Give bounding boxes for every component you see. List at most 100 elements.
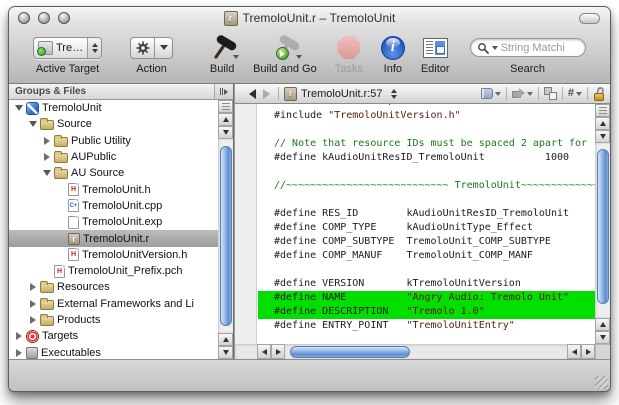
hscroll-right-arrow-right[interactable] — [581, 344, 595, 359]
sidebar-tree[interactable]: TremoloUnitSourcePublic UtilityAUPublicA… — [9, 100, 218, 359]
editor-button[interactable] — [423, 38, 448, 58]
sidebar-row-tremolounit-r[interactable]: TremoloUnit.r — [9, 230, 218, 246]
disclosure-triangle[interactable] — [13, 331, 24, 341]
file-history-stepper[interactable] — [391, 89, 397, 99]
code-segment: "TremoloUnitEntry" — [406, 320, 514, 331]
counterpart-button[interactable] — [544, 87, 557, 100]
build-and-go-dropdown-arrow[interactable] — [296, 55, 302, 59]
disclosure-triangle — [55, 250, 66, 260]
sidebar-row-tremolounit[interactable]: TremoloUnit — [9, 100, 218, 116]
editor-scroll-up-arrow-bottom[interactable] — [595, 318, 610, 331]
lock-icon[interactable] — [593, 87, 606, 101]
target-stepper[interactable] — [87, 38, 101, 58]
sidebar-row-aupublic[interactable]: AUPublic — [9, 149, 218, 165]
code-line: #define DESCRIPTION "Tremolo 1.0" — [258, 305, 595, 319]
disclosure-triangle[interactable] — [13, 103, 24, 113]
hscroll-thumb[interactable] — [290, 346, 410, 358]
sidebar-row-label: Products — [57, 314, 100, 326]
code-line: #define COMP_TYPE kAudioUnitType_Effect — [274, 221, 595, 235]
bookmarks-menu-button[interactable] — [481, 88, 501, 99]
close-button[interactable] — [18, 12, 30, 24]
action-button[interactable] — [130, 37, 173, 59]
build-and-go-button[interactable] — [270, 34, 300, 61]
sidebar-scroll-up-arrow[interactable] — [218, 113, 233, 126]
active-target-item: Tre… Active Target — [33, 34, 102, 75]
disclosure-triangle[interactable] — [27, 119, 38, 129]
code-editor[interactable]: #include <AudioUnit/AudioUnit.r>#include… — [258, 104, 595, 344]
sidebar-row-tremolounit-prefix-pch[interactable]: TremoloUnit_Prefix.pch — [9, 263, 218, 279]
editor-scroll-thumb[interactable] — [597, 149, 609, 304]
file-selector[interactable]: TremoloUnit.r:57 — [301, 88, 383, 100]
sidebar-row-tremolounit-exp[interactable]: TremoloUnit.exp — [9, 214, 218, 230]
sidebar-header: Groups & Files — [9, 84, 233, 100]
disclosure-triangle[interactable] — [27, 282, 38, 292]
disclosure-triangle[interactable] — [41, 152, 52, 162]
sidebar-scrollbar[interactable] — [218, 100, 233, 359]
sidebar-scroll-thumb[interactable] — [220, 146, 232, 326]
sidebar-split-control[interactable] — [218, 100, 233, 113]
code-segment: #include <AudioUnit/AudioUnit.r> — [274, 104, 467, 107]
editor-scroll-down-arrow-bottom[interactable] — [595, 331, 610, 344]
hscroll-left-arrow-right[interactable] — [567, 344, 581, 359]
disclosure-triangle[interactable] — [13, 348, 24, 358]
sidebar-row-tremolounitversion-h[interactable]: TremoloUnitVersion.h — [9, 247, 218, 263]
editor-scroll-down-arrow[interactable] — [595, 130, 610, 143]
sidebar-row-targets[interactable]: Targets — [9, 328, 218, 344]
tasks-stop-icon — [337, 36, 360, 59]
sidebar-row-label: TremoloUnit.r — [83, 233, 149, 245]
action-dropdown-arrow[interactable] — [154, 38, 172, 58]
sidebar-row-products[interactable]: Products — [9, 312, 218, 328]
exp-file-icon — [68, 216, 79, 229]
code-gutter[interactable] — [235, 104, 257, 344]
hscroll-left-arrow[interactable] — [257, 344, 271, 359]
build-and-go-label: Build and Go — [253, 63, 317, 75]
sidebar-scroll-down-arrow-bottom[interactable] — [218, 346, 233, 359]
disclosure-triangle[interactable] — [41, 136, 52, 146]
resize-grip[interactable] — [595, 376, 608, 389]
sidebar-row-tremolounit-cpp[interactable]: TremoloUnit.cpp — [9, 198, 218, 214]
sidebar-scroll-down-arrow[interactable] — [218, 126, 233, 139]
search-input[interactable]: String Matchi — [470, 38, 586, 57]
editor-vertical-scrollbar[interactable] — [595, 104, 610, 344]
sidebar-row-external-frameworks-and-li[interactable]: External Frameworks and Li — [9, 296, 218, 312]
sidebar-scroll-up-arrow-bottom[interactable] — [218, 333, 233, 346]
sidebar-row-tremolounit-h[interactable]: TremoloUnit.h — [9, 181, 218, 197]
sidebar-row-executables[interactable]: Executables — [9, 344, 218, 359]
editor-split-control[interactable] — [595, 104, 610, 117]
hscroll-right-arrow[interactable] — [271, 344, 285, 359]
active-target-popup[interactable]: Tre… — [33, 37, 102, 59]
goto-menu-button[interactable] — [512, 88, 533, 99]
sidebar-row-au-source[interactable]: AU Source — [9, 165, 218, 181]
file-icon — [284, 87, 297, 101]
editor-icon — [426, 41, 433, 55]
sidebar-row-public-utility[interactable]: Public Utility — [9, 133, 218, 149]
editor-horizontal-scrollbar[interactable] — [235, 344, 595, 359]
code-line — [274, 123, 595, 137]
disclosure-triangle[interactable] — [41, 168, 52, 178]
disclosure-triangle[interactable] — [27, 315, 38, 325]
minimize-button[interactable] — [38, 12, 50, 24]
search-scope-arrow[interactable] — [492, 46, 498, 50]
back-button[interactable] — [245, 87, 259, 101]
folder-icon — [40, 300, 54, 310]
code-segment: #define kAudioUnitResID_TremoloUnit 1000 — [274, 152, 569, 163]
info-label: Info — [384, 63, 402, 75]
title-bar[interactable]: TremoloUnit.r – TremoloUnit — [9, 7, 610, 29]
sidebar-row-resources[interactable]: Resources — [9, 279, 218, 295]
forward-button[interactable] — [259, 87, 273, 101]
disclosure-triangle — [55, 185, 66, 195]
toolbar-toggle-button[interactable] — [579, 13, 600, 24]
sidebar-row-source[interactable]: Source — [9, 116, 218, 132]
code-line: //~~~~~~~~~~~~~~~~~~~~~~~~~~~ TremoloUni… — [274, 179, 595, 193]
sidebar-collapse-control[interactable] — [214, 84, 233, 99]
search-label: Search — [510, 63, 545, 75]
editor-scroll-up-arrow[interactable] — [595, 117, 610, 130]
info-button[interactable]: i — [381, 36, 405, 60]
disclosure-triangle[interactable] — [27, 299, 38, 309]
line-number-menu-button[interactable]: # — [568, 88, 582, 99]
build-dropdown-arrow[interactable] — [233, 55, 239, 59]
code-line: #define NAME "Angry Audio: Tremolo Unit" — [258, 291, 595, 305]
code-segment: #define ENTRY_POINT — [274, 320, 406, 331]
build-button[interactable] — [207, 34, 237, 61]
zoom-button[interactable] — [58, 12, 70, 24]
